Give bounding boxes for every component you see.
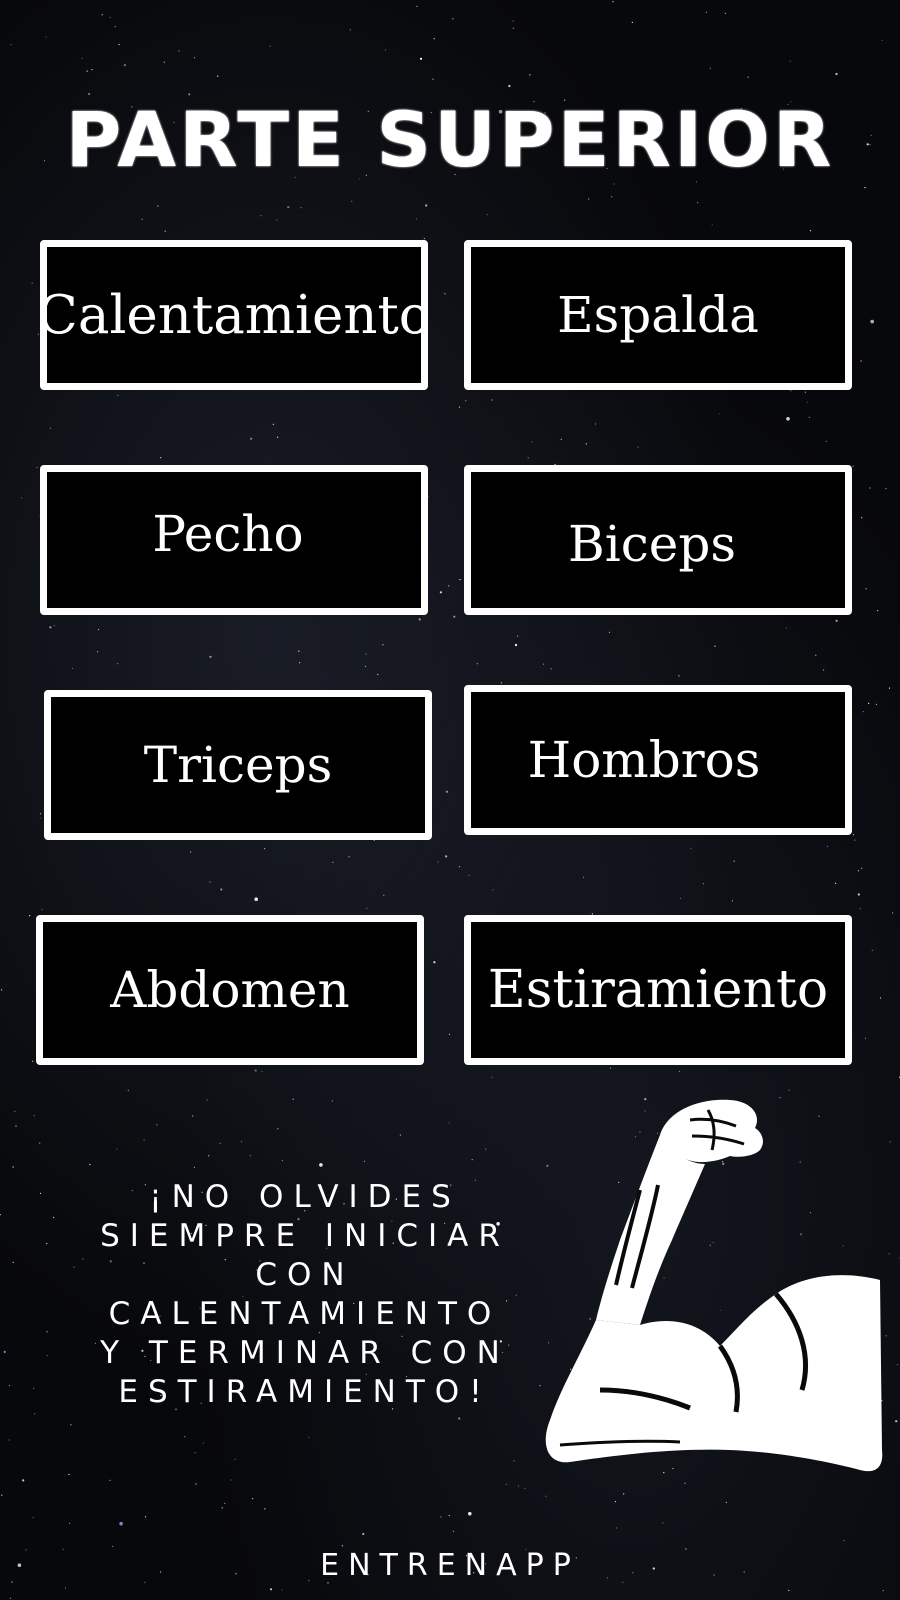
abdomen-button[interactable]: Abdomen: [36, 915, 424, 1065]
calentamiento-button[interactable]: Calentamiento: [37, 240, 431, 390]
reminder-line: SIEMPRE INICIAR: [100, 1218, 510, 1254]
reminder-line: CON: [255, 1257, 355, 1293]
estiramiento-label: Estiramiento: [487, 960, 829, 1020]
hombros-button[interactable]: Hombros: [464, 685, 852, 835]
hombros-label: Hombros: [527, 731, 761, 789]
estiramiento-button[interactable]: Estiramiento: [464, 915, 852, 1065]
reminder-line: CALENTAMIENTO: [108, 1296, 502, 1332]
biceps-button[interactable]: Biceps: [464, 465, 852, 615]
pecho-label: Pecho: [152, 505, 304, 563]
biceps-label: Biceps: [568, 515, 736, 573]
reminder-line: ¡NO OLVIDES: [149, 1179, 461, 1215]
warmup-reminder-text: ¡NO OLVIDES SIEMPRE INICIAR CON CALENTAM…: [95, 1178, 515, 1412]
reminder-line: Y TERMINAR CON: [100, 1335, 510, 1371]
reminder-line: ESTIRAMIENTO!: [118, 1374, 492, 1410]
pecho-button[interactable]: Pecho: [40, 465, 428, 615]
brand-footer: ENTRENAPP: [320, 1548, 580, 1583]
flexed-arm-icon: [545, 1099, 883, 1472]
upper-body-screen: PARTE SUPERIOR Calentamiento Espalda Pec…: [0, 0, 900, 1600]
espalda-button[interactable]: Espalda: [464, 240, 852, 390]
calentamiento-label: Calentamiento: [37, 284, 431, 346]
espalda-label: Espalda: [557, 286, 759, 344]
triceps-label: Triceps: [143, 736, 333, 794]
abdomen-label: Abdomen: [110, 961, 350, 1019]
page-title: PARTE SUPERIOR: [65, 95, 835, 184]
triceps-button[interactable]: Triceps: [44, 690, 432, 840]
